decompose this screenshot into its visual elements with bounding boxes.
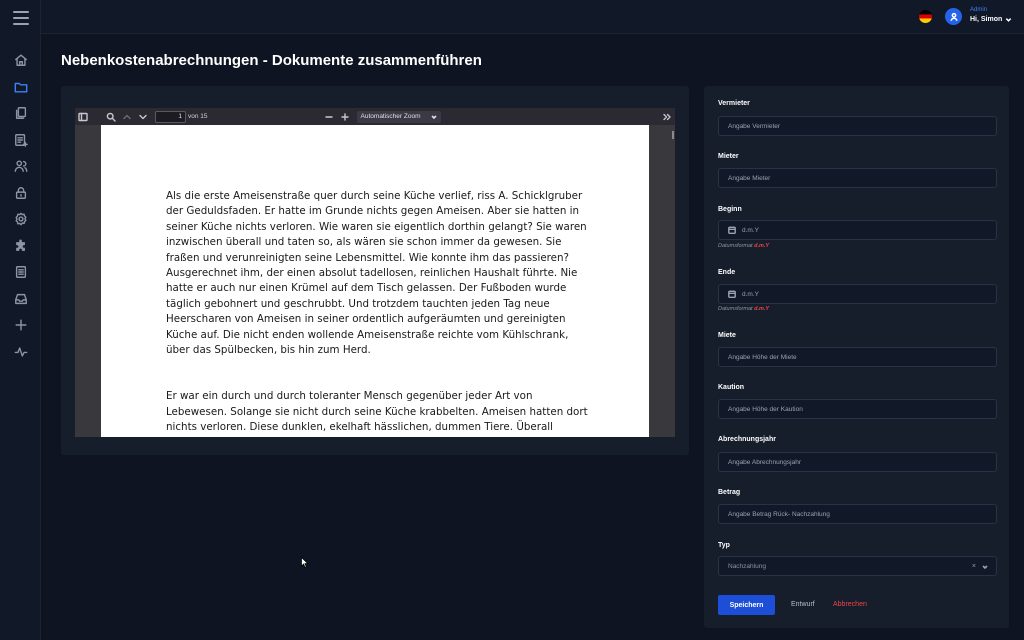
documents-icon[interactable] <box>0 100 41 127</box>
mouse-cursor-icon <box>301 557 309 568</box>
sidebar <box>0 0 41 640</box>
typ-select[interactable]: Nachzahlung × <box>718 556 997 576</box>
beginn-help-format: d.m.Y <box>754 243 770 249</box>
kaution-input[interactable]: Angabe Höhe der Kaution <box>718 399 997 419</box>
user-menu[interactable]: Hi, Simon <box>970 16 1012 23</box>
typ-selected: Nachzahlung <box>728 562 766 570</box>
search-icon[interactable] <box>103 108 119 125</box>
plus-icon[interactable] <box>0 312 41 339</box>
sidebar-toggle-icon[interactable] <box>75 108 91 125</box>
zoom-in-icon[interactable] <box>337 108 353 125</box>
user-role: Admin <box>970 7 988 13</box>
chevron-down-icon <box>430 114 437 119</box>
beginn-placeholder: d.m.Y <box>742 226 759 234</box>
mieter-label: Mieter <box>718 153 739 160</box>
topbar: Admin Hi, Simon <box>41 0 1024 34</box>
page-count-label: von 15 <box>188 113 208 120</box>
beginn-help-prefix: Datumsformat <box>718 243 753 249</box>
pdf-paragraph: Als die erste Ameisenstraße quer durch s… <box>166 190 587 357</box>
page-number-input[interactable] <box>155 110 186 123</box>
de-flag-icon[interactable] <box>919 10 932 23</box>
vermieter-input[interactable]: Angabe Vermieter <box>718 116 997 136</box>
chevron-down-icon <box>1006 18 1012 22</box>
vermieter-label: Vermieter <box>718 100 750 107</box>
pdf-page: Als die erste Ameisenstraße quer durch s… <box>101 125 649 437</box>
chevron-down-icon[interactable] <box>982 564 988 570</box>
ende-help-prefix: Datumsformat <box>718 306 753 312</box>
abrechnungsjahr-label: Abrechnungsjahr <box>718 436 776 443</box>
abrechnungsjahr-placeholder: Angabe Abrechnungsjahr <box>728 458 802 466</box>
pdf-scrollbar[interactable] <box>672 131 674 139</box>
save-button[interactable]: Speichern <box>718 595 775 615</box>
home-icon[interactable] <box>0 47 41 74</box>
miete-input[interactable]: Angabe Höhe der Miete <box>718 347 997 367</box>
zoom-label: Automatischer Zoom <box>360 113 421 120</box>
beginn-date-input[interactable]: d.m.Y <box>718 220 997 240</box>
miete-placeholder: Angabe Höhe der Miete <box>728 353 797 361</box>
vermieter-placeholder: Angabe Vermieter <box>728 122 781 130</box>
ende-label: Ende <box>718 269 736 276</box>
lock-icon[interactable] <box>0 180 41 207</box>
tools-menu-icon[interactable] <box>659 108 675 125</box>
kaution-placeholder: Angabe Höhe der Kaution <box>728 405 803 413</box>
page-title: Nebenkostenabrechnungen - Dokumente zusa… <box>61 52 482 69</box>
list-add-icon[interactable] <box>0 127 41 154</box>
beginn-help: Datumsformat d.m.Y <box>718 243 769 249</box>
ende-help: Datumsformat d.m.Y <box>718 306 769 312</box>
miete-label: Miete <box>718 332 736 339</box>
avatar[interactable] <box>945 8 962 25</box>
pdf-canvas[interactable]: Als die erste Ameisenstraße quer durch s… <box>75 125 675 437</box>
zoom-out-icon[interactable] <box>321 108 337 125</box>
pdf-paragraph: Er war ein durch und durch toleranter Me… <box>166 390 588 437</box>
users-icon[interactable] <box>0 153 41 180</box>
clear-icon[interactable]: × <box>972 563 976 570</box>
calendar-icon <box>728 226 736 234</box>
page-up-icon[interactable] <box>119 108 135 125</box>
pdf-toolbar: von 15 Automatischer Zoom <box>75 108 675 125</box>
ende-help-format: d.m.Y <box>754 306 770 312</box>
folder-icon[interactable] <box>0 74 41 101</box>
betrag-label: Betrag <box>718 489 741 496</box>
mieter-placeholder: Angabe Mieter <box>728 174 771 182</box>
abrechnungsjahr-input[interactable]: Angabe Abrechnungsjahr <box>718 452 997 472</box>
beginn-label: Beginn <box>718 206 742 213</box>
hamburger-menu-icon[interactable] <box>13 11 29 25</box>
zoom-select[interactable]: Automatischer Zoom <box>356 110 441 123</box>
typ-label: Typ <box>718 542 730 549</box>
draft-button[interactable]: Entwurf <box>791 601 815 608</box>
betrag-placeholder: Angabe Betrag Rück- Nachzahlung <box>728 510 830 518</box>
mieter-input[interactable]: Angabe Mieter <box>718 168 997 188</box>
puzzle-icon[interactable] <box>0 233 41 260</box>
ende-placeholder: d.m.Y <box>742 290 759 298</box>
user-greeting: Hi, Simon <box>970 16 1003 23</box>
inbox-icon[interactable] <box>0 286 41 313</box>
ende-date-input[interactable]: d.m.Y <box>718 284 997 304</box>
calendar-icon <box>728 290 736 298</box>
cancel-button[interactable]: Abbrechen <box>833 601 867 608</box>
form-card: Vermieter Angabe Vermieter Mieter Angabe… <box>704 86 1009 628</box>
settings-icon[interactable] <box>0 206 41 233</box>
page-down-icon[interactable] <box>135 108 151 125</box>
kaution-label: Kaution <box>718 384 745 391</box>
pdf-viewer-card: von 15 Automatischer Zoom Als die erste … <box>61 86 689 455</box>
document-list-icon[interactable] <box>0 259 41 286</box>
activity-icon[interactable] <box>0 339 41 366</box>
betrag-input[interactable]: Angabe Betrag Rück- Nachzahlung <box>718 504 997 524</box>
